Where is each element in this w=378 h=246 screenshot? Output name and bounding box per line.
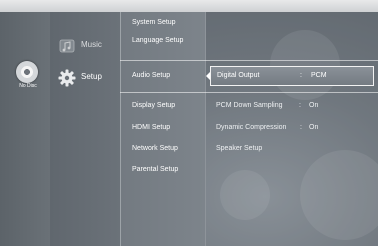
option-speaker-setup[interactable]: Speaker Setup — [216, 145, 262, 152]
disc-status-label: No Disc — [19, 83, 37, 89]
selection-arrow-icon — [206, 72, 210, 80]
option-separator: : — [300, 124, 302, 131]
menu-item-language-setup[interactable]: Language Setup — [132, 37, 183, 44]
category-label: Music — [81, 40, 102, 49]
menu-item-parental-setup[interactable]: Parental Setup — [132, 166, 178, 173]
category-label: Setup — [81, 72, 102, 81]
menu-item-display-setup[interactable]: Display Setup — [132, 102, 175, 109]
option-label: Digital Output — [217, 72, 260, 79]
option-pcm-down-sampling[interactable]: PCM Down Sampling — [216, 102, 283, 109]
category-setup[interactable]: Setup — [52, 66, 120, 90]
top-bar — [0, 0, 378, 12]
menu-item-network-setup[interactable]: Network Setup — [132, 145, 178, 152]
gear-icon — [58, 69, 76, 87]
menu-item-hdmi-setup[interactable]: HDMI Setup — [132, 124, 170, 131]
option-separator: : — [299, 102, 301, 109]
menu-item-audio-setup[interactable]: Audio Setup — [132, 72, 170, 79]
music-note-icon — [59, 39, 75, 53]
menu-item-system-setup[interactable]: System Setup — [132, 19, 176, 26]
disc-icon — [16, 61, 38, 83]
category-music[interactable]: Music — [52, 34, 120, 58]
option-dynamic-compression[interactable]: Dynamic Compression — [216, 124, 286, 131]
setup-screen: No Disc Music Setup System Setup Languag… — [0, 0, 378, 246]
disc-status-panel — [0, 12, 50, 246]
selection-line-bottom — [120, 92, 378, 93]
option-value: PCM — [311, 72, 327, 79]
option-separator: : — [300, 72, 302, 79]
option-value: On — [309, 124, 319, 131]
option-value: On — [309, 102, 319, 109]
selection-line-top — [120, 60, 378, 61]
